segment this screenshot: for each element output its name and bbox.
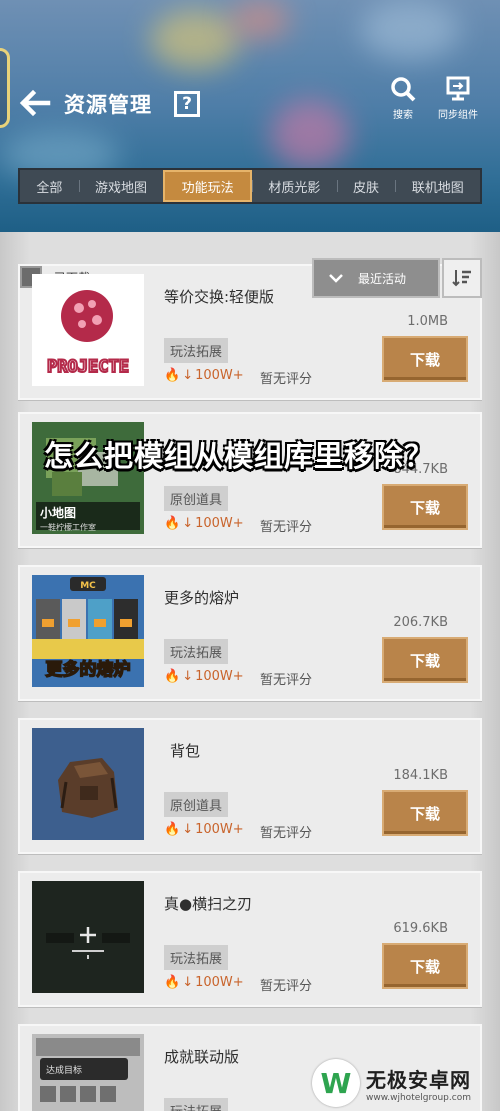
category-tag: 玩法拓展 (164, 1098, 229, 1111)
resource-card[interactable]: MC 更多的熔炉 更多的熔炉 206.7KB 玩法拓展 🔥 ↓ 100W+ 暂无评分… (18, 565, 482, 701)
download-button[interactable]: 下载 (382, 637, 468, 683)
down-arrow-icon: ↓ (182, 368, 194, 383)
sort-dropdown[interactable]: 最近活动 (312, 258, 440, 298)
thumb-title: 达成目标 (46, 1064, 82, 1076)
tab-multiplayer-maps[interactable]: 联机地图 (395, 170, 480, 202)
down-arrow-icon: ↓ (182, 822, 194, 837)
sync-monitor-icon (446, 76, 470, 101)
rating-text: 暂无评分 (260, 826, 313, 841)
sync-components-button[interactable]: 同步组件 (432, 76, 484, 121)
download-button[interactable]: 下载 (382, 943, 468, 989)
thumbnail-achievements: 达成目标 (32, 1034, 144, 1111)
watermark-url: www.wjhotelgroup.com (366, 1092, 471, 1103)
thumbnail-more-furnaces: MC 更多的熔炉 (32, 575, 144, 687)
category-tag: 玩法拓展 (164, 945, 229, 970)
sort-order-icon (452, 270, 471, 287)
watermark-title: 无极安卓网 (366, 1067, 471, 1092)
rating-text: 暂无评分 (260, 520, 313, 535)
tab-textures-shaders[interactable]: 材质光影 (252, 170, 337, 202)
sort-order-button[interactable] (442, 258, 482, 298)
download-count: 🔥 ↓ 100W+ (164, 822, 244, 837)
rating-text: 暂无评分 (260, 372, 313, 387)
resource-size: 1.0MB (407, 314, 448, 329)
overlay-caption: 怎么把模组从模组库里移除？ (44, 439, 435, 473)
down-arrow-icon: ↓ (182, 975, 194, 990)
download-button[interactable]: 下载 (382, 336, 468, 382)
tab-game-maps[interactable]: 游戏地图 (78, 170, 164, 202)
resource-name: 真●横扫之刃 (164, 895, 253, 913)
download-count: 🔥 ↓ 100W+ (164, 368, 244, 383)
rating-text: 暂无评分 (260, 673, 313, 688)
watermark: W 无极安卓网 www.wjhotelgroup.com (312, 1058, 500, 1108)
fire-icon: 🔥 (164, 516, 181, 531)
thumb-badge: MC (80, 581, 96, 591)
download-count: 🔥 ↓ 100W+ (164, 516, 244, 531)
header-banner: 资源管理 ? 搜索 同步组件 全部 游戏地图 功能玩法 材质光影 皮肤 联机地图 (0, 0, 500, 232)
thumb-title: 小地图 (40, 505, 76, 520)
resource-card[interactable]: 真●横扫之刃 619.6KB 玩法拓展 🔥 ↓ 100W+ 暂无评分 下载 (18, 871, 482, 1007)
tab-gameplay[interactable]: 功能玩法 (163, 170, 253, 202)
resource-name: 背包 (170, 742, 201, 760)
thumb-subtitle: 一鞋柠檬工作室 (40, 522, 96, 532)
resource-name: 成就联动版 (164, 1048, 240, 1066)
search-button[interactable]: 搜索 (385, 76, 421, 121)
download-button[interactable]: 下载 (382, 484, 468, 530)
resource-name: 等价交换:轻便版 (164, 288, 275, 306)
category-tag: 玩法拓展 (164, 338, 229, 363)
download-button[interactable]: 下载 (382, 790, 468, 836)
thumb-title: 更多的熔炉 (46, 659, 131, 680)
category-tag: 原创道具 (164, 486, 229, 511)
resource-size: 619.6KB (393, 921, 448, 936)
fire-icon: 🔥 (164, 975, 181, 990)
tab-all[interactable]: 全部 (20, 170, 79, 202)
thumb-title: PROJECTE (47, 357, 129, 377)
resource-size: 184.1KB (393, 768, 448, 783)
category-tag: 原创道具 (164, 792, 229, 817)
resource-name: 更多的熔炉 (164, 589, 240, 607)
back-arrow-icon[interactable] (18, 86, 52, 120)
tab-skins[interactable]: 皮肤 (336, 170, 396, 202)
help-icon[interactable]: ? (174, 91, 200, 117)
download-count: 🔥 ↓ 100W+ (164, 975, 244, 990)
down-arrow-icon: ↓ (182, 516, 194, 531)
sort-label: 最近活动 (358, 271, 407, 286)
search-icon (391, 77, 416, 102)
thumbnail-sweeping-blade (32, 881, 144, 993)
fire-icon: 🔥 (164, 822, 181, 837)
watermark-logo-icon: W (312, 1059, 360, 1107)
resource-size: 206.7KB (393, 615, 448, 630)
category-tag: 玩法拓展 (164, 639, 229, 664)
fire-icon: 🔥 (164, 669, 181, 684)
category-tabs: 全部 游戏地图 功能玩法 材质光影 皮肤 联机地图 (18, 168, 482, 204)
side-badge (0, 48, 10, 128)
search-label: 搜索 (393, 110, 413, 121)
chevron-down-icon (329, 274, 343, 283)
down-arrow-icon: ↓ (182, 669, 194, 684)
thumbnail-projecte: PROJECTE (32, 274, 144, 386)
rating-text: 暂无评分 (260, 979, 313, 994)
fire-icon: 🔥 (164, 368, 181, 383)
download-count: 🔥 ↓ 100W+ (164, 669, 244, 684)
resource-card[interactable]: 背包 184.1KB 原创道具 🔥 ↓ 100W+ 暂无评分 下载 (18, 718, 482, 854)
sync-label: 同步组件 (438, 110, 478, 121)
page-title: 资源管理 (64, 93, 152, 117)
thumbnail-backpack (32, 728, 144, 840)
